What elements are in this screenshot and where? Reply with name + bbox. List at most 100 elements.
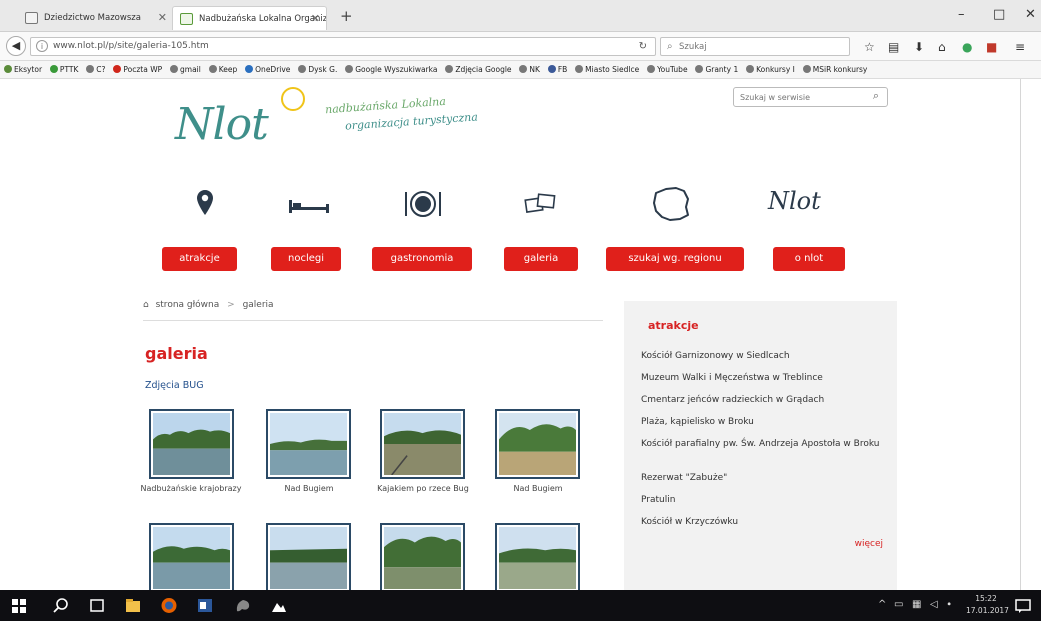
gallery-album-link[interactable]: Zdjęcia BUG (145, 380, 204, 391)
gallery-thumbnail[interactable] (266, 409, 351, 479)
bookmark-item[interactable]: FB (547, 61, 567, 78)
window-minimize-button[interactable]: – (958, 6, 965, 24)
photos-icon[interactable] (524, 193, 558, 215)
windows-start-icon[interactable] (10, 597, 28, 614)
gallery-thumbnail[interactable] (380, 523, 465, 590)
tray-language-icon[interactable]: ∙ (946, 598, 952, 612)
browser-search-box[interactable]: ⌕ (660, 37, 850, 56)
sidebar-link[interactable]: Kościół parafialny pw. Św. Andrzeja Apos… (641, 439, 891, 450)
gallery-thumbnail[interactable] (495, 409, 580, 479)
thumbnail-caption[interactable]: Nadbużańskie krajobrazy (136, 483, 246, 494)
sidebar-link[interactable]: Rezerwat "Zabuże" (641, 473, 891, 484)
back-arrow-icon[interactable]: ◀ (6, 36, 26, 56)
window-maximize-button[interactable]: □ (993, 6, 1005, 24)
nav-galeria-button[interactable]: galeria (504, 247, 578, 271)
bookmark-star-icon[interactable]: ☆ (864, 39, 875, 55)
site-search-box[interactable]: ⌕ (733, 87, 888, 107)
bookmark-item[interactable]: C? (86, 61, 106, 78)
sidebar-link[interactable]: Cmentarz jeńców radzieckich w Grądach (641, 395, 891, 406)
bookmark-item[interactable]: Zdjęcia Google (445, 61, 512, 78)
home-icon[interactable]: ⌂ (938, 39, 946, 55)
site-search-input[interactable] (740, 91, 865, 104)
tab-close-icon[interactable]: ✕ (158, 6, 167, 30)
tab-label: Nadbużańska Lokalna Organiza... (199, 14, 327, 24)
tray-battery-icon[interactable]: ▭ (894, 598, 903, 612)
paint-icon[interactable] (234, 597, 252, 614)
download-icon[interactable]: ⬇ (914, 39, 924, 55)
bookmark-item[interactable]: NK (519, 61, 540, 78)
task-view-icon[interactable] (88, 597, 106, 614)
bookmark-item[interactable]: Konkursy I (746, 61, 795, 78)
tray-network-icon[interactable]: ▦ (912, 598, 921, 612)
bookmark-item[interactable]: Miasto Siedlce (575, 61, 639, 78)
firefox-icon[interactable] (160, 597, 178, 614)
menu-hamburger-icon[interactable]: ≡ (1015, 39, 1025, 55)
nav-szukaj-regionu-button[interactable]: szukaj wg. regionu (606, 247, 744, 271)
thumbnail-caption[interactable]: Nad Bugiem (483, 483, 593, 494)
library-icon[interactable]: ▤ (888, 39, 899, 55)
search-icon[interactable] (52, 597, 70, 614)
nav-gastronomia-button[interactable]: gastronomia (372, 247, 472, 271)
bookmark-item[interactable]: Eksytor (4, 61, 42, 78)
search-icon: ⌕ (667, 41, 673, 52)
tray-chevron-up-icon[interactable]: ^ (878, 598, 886, 612)
bookmark-item[interactable]: Google Wyszukiwarka (345, 61, 437, 78)
bookmark-item[interactable]: Granty 1 (695, 61, 738, 78)
site-logo[interactable]: Nlot nadbużańska Lokalna organizacja tur… (175, 85, 525, 153)
nav-o-nlot-button[interactable]: o nlot (773, 247, 845, 271)
gallery-thumbnail[interactable] (149, 523, 234, 590)
sidebar-link[interactable]: Kościół w Krzyczówku (641, 517, 891, 528)
map-icon[interactable] (650, 185, 692, 223)
tray-volume-icon[interactable]: ◁ (930, 598, 938, 612)
bookmark-item[interactable]: YouTube (647, 61, 688, 78)
gallery-thumbnail[interactable] (149, 409, 234, 479)
browser-tab-nlot[interactable]: Nadbużańska Lokalna Organiza... ✕ (172, 6, 327, 30)
clock-time: 15:22 (975, 594, 997, 603)
adblock-icon[interactable]: ■ (986, 39, 997, 55)
bookmark-item[interactable]: Keep (208, 61, 237, 78)
notifications-icon[interactable] (1014, 597, 1032, 614)
nav-atrakcje-button[interactable]: atrakcje (162, 247, 237, 271)
bookmark-item[interactable]: Dysk G. (298, 61, 337, 78)
gallery-thumbnail[interactable] (380, 409, 465, 479)
file-explorer-icon[interactable] (124, 597, 142, 614)
thumbnail-caption[interactable]: Nad Bugiem (254, 483, 364, 494)
extension-icon[interactable]: ● (962, 39, 972, 55)
reload-icon[interactable]: ↻ (639, 38, 647, 55)
nlot-logo-icon[interactable]: Nlot (768, 187, 821, 215)
pin-icon[interactable] (196, 189, 214, 217)
sidebar-link[interactable]: Plaża, kąpielisko w Broku (641, 417, 891, 428)
browser-search-input[interactable] (679, 40, 839, 53)
window-close-button[interactable]: ✕ (1025, 6, 1036, 24)
bookmark-icon (519, 65, 528, 73)
thumbnail-caption[interactable]: Kajakiem po rzece Bug (368, 483, 478, 494)
search-icon[interactable]: ⌕ (873, 89, 879, 103)
plate-icon[interactable] (403, 189, 443, 219)
browser-nav-bar: ◀ i www.nlot.pl/p/site/galeria-105.htm ↻… (0, 32, 1041, 61)
taskbar-clock[interactable]: 15:22 17.01.2017 (966, 593, 1009, 617)
nav-noclegi-button[interactable]: noclegi (271, 247, 341, 271)
url-text[interactable]: www.nlot.pl/p/site/galeria-105.htm (53, 38, 209, 55)
gallery-thumbnail[interactable] (495, 523, 580, 590)
new-tab-button[interactable]: + (340, 6, 353, 26)
category-icons-row: Nlot (0, 187, 1041, 227)
bookmark-item[interactable]: Poczta WP (113, 61, 162, 78)
info-icon[interactable]: i (36, 40, 48, 52)
sidebar-link[interactable]: Kościół Garnizonowy w Siedlcach (641, 351, 891, 362)
photos-app-icon[interactable] (270, 597, 288, 614)
sidebar-link[interactable]: Pratulin (641, 495, 891, 506)
gallery-thumbnail[interactable] (266, 523, 351, 590)
bed-icon[interactable] (288, 197, 330, 215)
bookmark-item[interactable]: MSiR konkursy (802, 61, 867, 78)
word-icon[interactable] (196, 597, 214, 614)
browser-tab-dziedzictwo[interactable]: Dziedzictwo Mazowsza ✕ (18, 6, 173, 30)
breadcrumb-home-link[interactable]: strona główna (156, 300, 220, 310)
tab-close-icon[interactable]: ✕ (311, 7, 320, 30)
bookmark-item[interactable]: PTTK (49, 61, 78, 78)
logo-wordmark: Nlot (175, 99, 269, 150)
sidebar-more-link[interactable]: więcej (855, 539, 883, 549)
address-bar[interactable]: i www.nlot.pl/p/site/galeria-105.htm ↻ (30, 37, 656, 56)
sidebar-link[interactable]: Muzeum Walki i Męczeństwa w Treblince (641, 373, 891, 384)
bookmark-item[interactable]: OneDrive (245, 61, 290, 78)
bookmark-item[interactable]: gmail (170, 61, 201, 78)
